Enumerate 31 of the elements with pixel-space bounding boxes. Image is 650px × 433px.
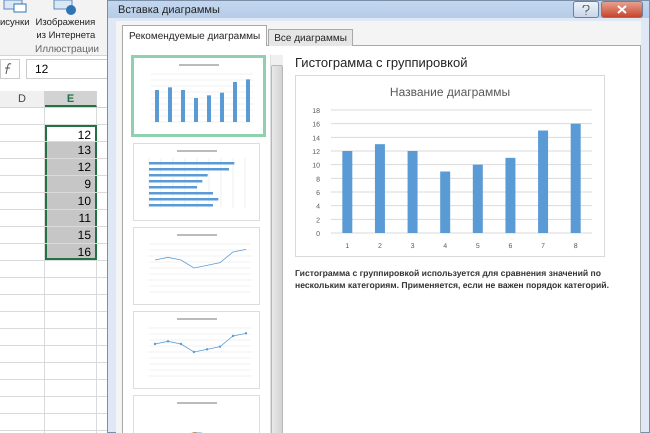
window-title: Вставка диаграммы [118,4,221,16]
picture-globe-icon [52,0,78,16]
chart-title: Название диаграммы [390,85,510,99]
chart-description: Гистограмма с группировкой используется для сравнения значений по нескольким категориям. Применяется, если не важен порядок категорий. [295,267,610,291]
table-cell: 13 [45,142,97,158]
ribbon-button[interactable]: Изображения из Интернета [36,0,96,42]
table-cell: 9 [45,176,97,192]
close-icon [617,5,627,14]
table-cell: 16 [45,244,97,260]
table-cell: 12 [45,159,97,175]
preview-title: Гистограмма с группировкой [295,55,468,70]
column-header[interactable]: D [0,91,45,107]
table-cell: 11 [45,210,97,226]
close-button[interactable] [601,1,643,18]
chart-thumbnail[interactable] [131,55,266,137]
tab[interactable]: Рекомендуемые диаграммы [122,25,268,46]
ribbon-button[interactable]: исунки [0,0,30,42]
scrollbar[interactable] [270,55,283,433]
help-button[interactable] [573,1,599,18]
table-cell: 12 [45,125,97,141]
function-icon [3,63,13,75]
function-button[interactable] [0,59,20,79]
column-header[interactable]: E [45,91,97,107]
table-cell: 15 [45,227,97,243]
chart-bar [440,172,450,233]
table-cell: 10 [45,193,97,209]
formula-field[interactable]: 12 [26,59,107,79]
help-icon [582,4,590,14]
group-label: Иллюстрации [35,44,99,55]
tab[interactable]: Все диаграммы [268,29,353,46]
chart-bar [472,164,483,233]
